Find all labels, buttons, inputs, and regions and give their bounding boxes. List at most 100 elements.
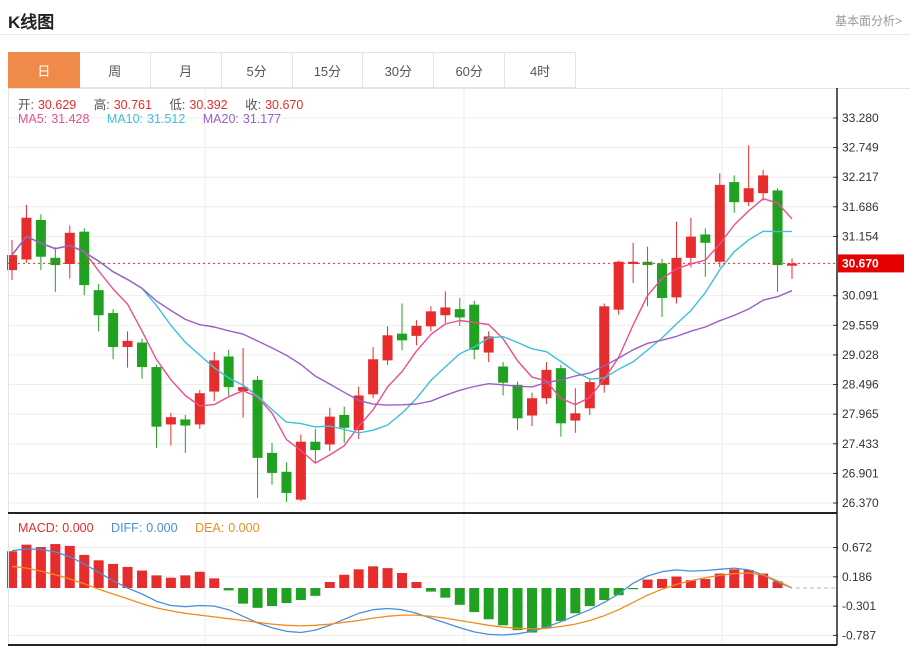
high-label: 高: — [94, 98, 110, 112]
macd-bar — [440, 588, 450, 598]
candle[interactable] — [498, 366, 508, 382]
macd-bar — [368, 566, 378, 588]
macd-bar — [426, 588, 436, 592]
candle[interactable] — [469, 305, 479, 350]
candle[interactable] — [267, 453, 277, 473]
candle[interactable] — [426, 311, 436, 326]
macd-bar — [195, 572, 205, 588]
macd-bar — [411, 582, 421, 588]
macd-bar — [455, 588, 465, 605]
open-value: 30.629 — [38, 98, 76, 112]
candle[interactable] — [108, 313, 118, 347]
candle[interactable] — [383, 335, 393, 360]
header-divider — [0, 34, 910, 35]
candle[interactable] — [253, 380, 263, 458]
macd-bar — [484, 588, 494, 619]
macd-readout: MACD:0.000 DIFF:0.000 DEA:0.000 — [18, 521, 264, 535]
ohlc-readout: 开:30.629 高:30.761 低:30.392 收:30.670 — [18, 94, 307, 113]
candle[interactable] — [224, 356, 234, 387]
macd-bar — [628, 588, 638, 589]
fundamental-analysis-link[interactable]: 基本面分析> — [835, 12, 902, 29]
tab-day[interactable]: 日 — [8, 52, 80, 88]
price-tick-label: 31.154 — [842, 229, 879, 243]
open-label: 开: — [18, 98, 34, 112]
macd-tick-label: -0.787 — [842, 628, 876, 642]
candle[interactable] — [585, 382, 595, 408]
price-tick-label: 26.370 — [842, 496, 879, 510]
header: K线图 基本面分析> — [8, 8, 902, 34]
candle[interactable] — [36, 220, 46, 257]
macd-bar — [281, 588, 291, 603]
candle[interactable] — [411, 326, 421, 336]
price-tick-label: 27.965 — [842, 407, 879, 421]
candle[interactable] — [455, 309, 465, 317]
tab-month[interactable]: 月 — [151, 52, 222, 88]
candle[interactable] — [180, 419, 190, 425]
candle[interactable] — [368, 359, 378, 394]
price-tick-label: 32.749 — [842, 141, 879, 155]
ma5-label: MA5: — [18, 112, 47, 126]
candle[interactable] — [527, 398, 537, 415]
candle[interactable] — [195, 393, 205, 424]
candle[interactable] — [123, 341, 133, 347]
candle[interactable] — [686, 237, 696, 258]
candle[interactable] — [79, 232, 89, 285]
close-value: 30.670 — [265, 98, 303, 112]
price-tick-label: 29.028 — [842, 348, 879, 362]
macd-bar — [383, 568, 393, 588]
candle[interactable] — [440, 307, 450, 315]
candle[interactable] — [397, 334, 407, 341]
macd-tick-label: -0.301 — [842, 599, 876, 613]
candle[interactable] — [151, 367, 161, 427]
candle[interactable] — [715, 185, 725, 262]
ma20-value: 31.177 — [243, 112, 281, 126]
low-label: 低: — [169, 98, 185, 112]
tab-week[interactable]: 周 — [80, 52, 151, 88]
candle[interactable] — [65, 233, 75, 264]
macd-bar — [643, 580, 653, 588]
price-tick-label: 30.091 — [842, 289, 879, 303]
diff-line — [12, 549, 792, 635]
candle[interactable] — [657, 263, 667, 298]
ma10-value: 31.512 — [147, 112, 185, 126]
candle[interactable] — [325, 417, 335, 445]
candle[interactable] — [614, 262, 624, 310]
candle[interactable] — [744, 188, 754, 202]
candle[interactable] — [484, 336, 494, 352]
candle[interactable] — [700, 234, 710, 242]
tab-5min[interactable]: 5分 — [222, 52, 293, 88]
candle[interactable] — [166, 417, 176, 424]
price-tick-label: 31.686 — [842, 200, 879, 214]
candle[interactable] — [94, 290, 104, 315]
close-label: 收: — [245, 98, 261, 112]
candle[interactable] — [556, 368, 566, 423]
price-tick-label: 33.280 — [842, 111, 879, 125]
macd-bar — [527, 588, 537, 633]
tab-30min[interactable]: 30分 — [363, 52, 434, 88]
macd-label: MACD: — [18, 521, 58, 535]
macd-bar — [123, 567, 133, 588]
macd-bar — [267, 588, 277, 606]
candle[interactable] — [513, 385, 523, 418]
candle[interactable] — [281, 472, 291, 493]
tab-4hour[interactable]: 4时 — [505, 52, 576, 88]
ma20-label: MA20: — [203, 112, 239, 126]
macd-bar — [397, 573, 407, 588]
macd-bar — [310, 588, 320, 596]
candle[interactable] — [729, 182, 739, 202]
macd-bar — [570, 588, 580, 613]
price-tick-label: 28.496 — [842, 378, 879, 392]
macd-bar — [556, 588, 566, 621]
candle[interactable] — [339, 415, 349, 428]
tab-15min[interactable]: 15分 — [293, 52, 364, 88]
macd-value: 0.000 — [62, 521, 93, 535]
kline-widget: 33.28032.74932.21731.68631.15430.09129.5… — [0, 0, 910, 650]
candle[interactable] — [310, 442, 320, 450]
macd-bar — [50, 544, 60, 588]
candle[interactable] — [758, 175, 768, 193]
macd-bar — [151, 575, 161, 588]
tab-60min[interactable]: 60分 — [434, 52, 505, 88]
candle[interactable] — [137, 343, 147, 368]
candle[interactable] — [50, 258, 60, 265]
candle[interactable] — [570, 413, 580, 420]
